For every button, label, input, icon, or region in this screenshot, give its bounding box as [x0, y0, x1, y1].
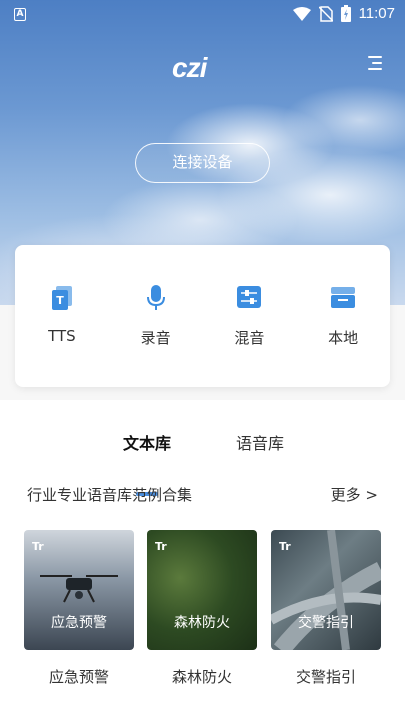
menu-icon-bar: [368, 68, 382, 70]
function-record[interactable]: 录音: [109, 245, 203, 387]
library-tabs: 文本库 语音库: [0, 430, 405, 496]
battery-charging-icon: [340, 5, 351, 22]
thumbnail-label: 应急预警: [48, 668, 109, 686]
thumbnail-traffic-guide[interactable]: Tr 交警指引: [271, 530, 381, 650]
microphone-icon: [146, 285, 165, 310]
wifi-icon: [292, 6, 311, 21]
function-label: 本地: [328, 329, 359, 347]
function-label: 录音: [140, 329, 171, 347]
more-link[interactable]: 更多 >: [331, 484, 378, 505]
menu-icon-bar: [372, 62, 382, 64]
svg-text:T: T: [56, 294, 64, 307]
local-storage-icon: [331, 287, 356, 308]
thumbnail-emergency-warning[interactable]: Tr 应急预警: [24, 530, 134, 650]
menu-button[interactable]: [368, 56, 382, 72]
no-sim-icon: [318, 5, 333, 22]
logo-badge-icon: Tr: [32, 540, 44, 553]
function-label: 混音: [234, 329, 265, 347]
thumbnail-caption: 森林防火: [174, 615, 230, 631]
app-logo: czi: [172, 52, 207, 83]
thumbnail-caption: 应急预警: [51, 615, 107, 631]
function-card: T TTS 录音 混音 本地: [15, 245, 390, 387]
tts-icon: T: [51, 286, 72, 310]
thumbnail-forest-fire[interactable]: Tr 森林防火: [147, 530, 257, 650]
tab-voice-library[interactable]: 语音库: [236, 430, 284, 454]
thumbnail-caption: 交警指引: [298, 615, 354, 631]
tab-text-library[interactable]: 文本库: [123, 430, 171, 454]
drone-icon: [40, 575, 118, 603]
notification-icon: A: [14, 8, 26, 21]
library-section: 文本库 语音库 行业专业语音库范例合集 更多 > Tr 应急预警 Tr 森林防火…: [0, 400, 405, 720]
connect-device-button[interactable]: 连接设备: [135, 143, 270, 183]
clock: 11:07: [358, 5, 395, 22]
menu-icon-bar: [368, 56, 382, 58]
status-bar: A 11:07: [0, 0, 405, 30]
function-tts[interactable]: T TTS: [15, 245, 109, 387]
logo-badge-icon: Tr: [279, 540, 291, 553]
thumbnail-label: 交警指引: [295, 668, 356, 686]
section-title: 行业专业语音库范例合集: [27, 486, 193, 504]
logo-badge-icon: Tr: [155, 540, 167, 553]
thumbnail-label: 森林防火: [171, 668, 232, 686]
function-mix[interactable]: 混音: [203, 245, 297, 387]
mixer-icon: [237, 286, 262, 308]
function-local[interactable]: 本地: [296, 245, 390, 387]
function-label: TTS: [48, 327, 76, 345]
